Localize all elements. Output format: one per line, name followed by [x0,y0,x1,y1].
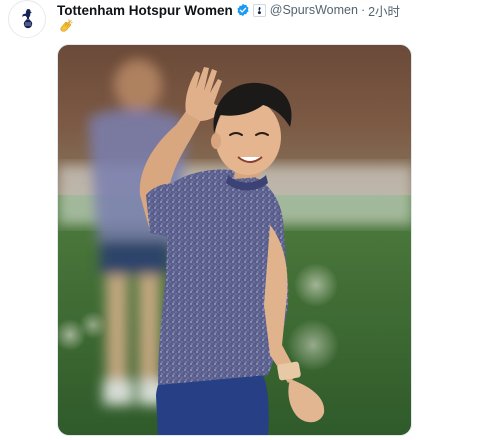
tweet-header: Tottenham Hotspur Women @SpursWomen · 2小… [57,1,492,19]
clapping-hands-emoji-icon [57,18,75,36]
verified-badge-icon[interactable] [236,3,250,17]
timestamp[interactable]: 2小时 [368,1,400,19]
display-name[interactable]: Tottenham Hotspur Women [57,3,233,18]
user-handle[interactable]: @SpursWomen [270,3,358,17]
affiliate-badge-icon[interactable] [252,3,266,17]
spurs-cockerel-logo-icon [10,2,45,37]
avatar[interactable] [8,0,46,38]
tweet-card[interactable]: Tottenham Hotspur Women @SpursWomen · 2小… [0,0,500,440]
tweet-photo[interactable] [57,44,412,436]
photo-illustration [58,45,411,435]
separator-dot: · [360,3,366,17]
